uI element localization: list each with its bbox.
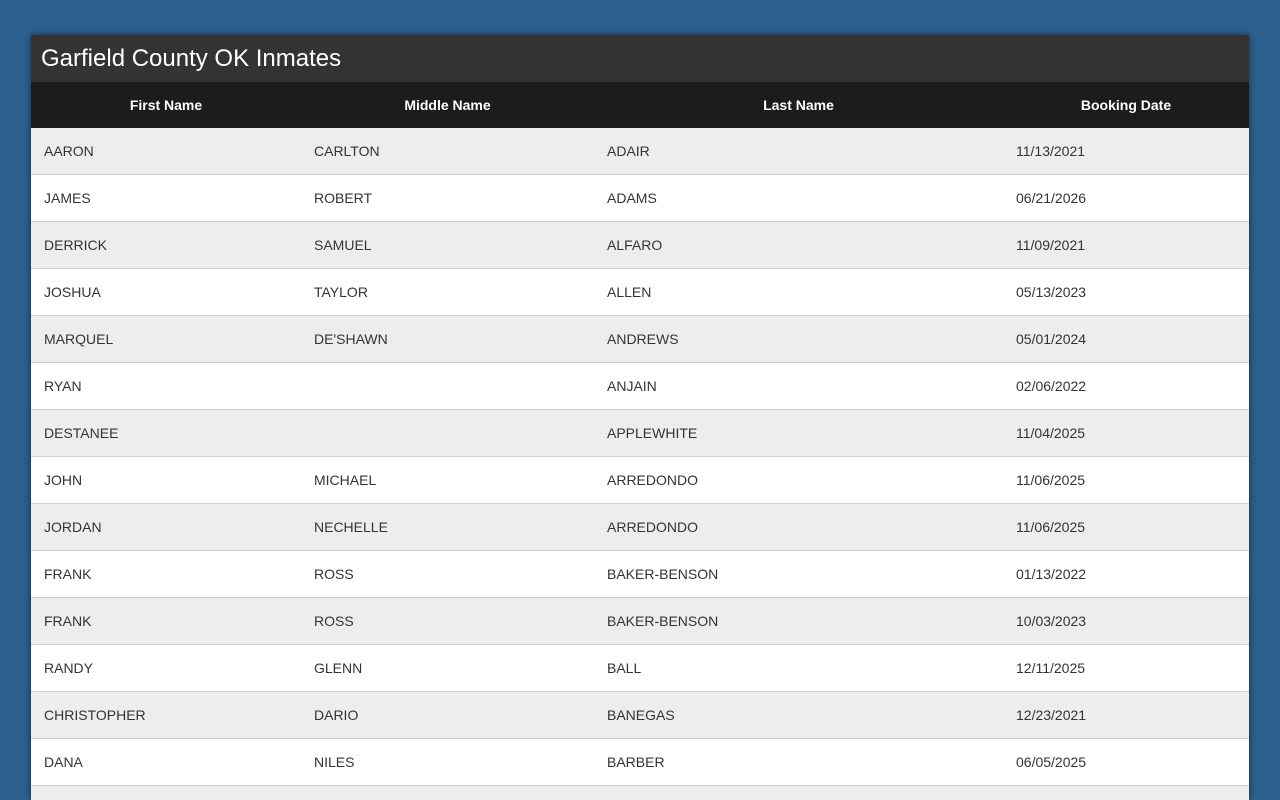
cell-first-name: DESTANEE <box>31 409 301 457</box>
page-title: Garfield County OK Inmates <box>31 35 1249 82</box>
cell-last-name: BALL <box>594 644 1003 692</box>
cell-last-name: ANJAIN <box>594 362 1003 410</box>
cell-booking-date: 05/01/2024 <box>1003 315 1249 363</box>
header-row: First Name Middle Name Last Name Booking… <box>31 82 1249 128</box>
column-header-last-name[interactable]: Last Name <box>594 82 1003 128</box>
cell-middle-name: ROSS <box>301 550 594 598</box>
cell-booking-date: 11/06/2025 <box>1003 456 1249 504</box>
cell-first-name: MARQUEL <box>31 315 301 363</box>
cell-last-name: BARBER <box>594 738 1003 786</box>
cell-first-name: JORDAN <box>31 503 301 551</box>
table-row[interactable]: FRANK ROSS BAKER-BENSON 10/03/2023 <box>31 597 1249 645</box>
cell-booking-date: 11/09/2021 <box>1003 221 1249 269</box>
cell-middle-name: ROSS <box>301 597 594 645</box>
cell-first-name: CHRISTOPHER <box>31 691 301 739</box>
cell-middle-name: TAYLOR <box>301 268 594 316</box>
cell-last-name: ALLEN <box>594 268 1003 316</box>
table-row[interactable]: RYAN ANJAIN 02/06/2022 <box>31 362 1249 410</box>
cell-booking-date: 12/11/2025 <box>1003 644 1249 692</box>
cell-middle-name <box>301 362 594 410</box>
table-row[interactable]: DANA NILES BARBER 06/05/2025 <box>31 738 1249 786</box>
cell-middle-name: DE'SHAWN <box>301 315 594 363</box>
column-header-first-name[interactable]: First Name <box>31 82 301 128</box>
table-row[interactable]: RANDY GLENN BALL 12/11/2025 <box>31 644 1249 692</box>
cell-first-name: JOSHUA <box>31 268 301 316</box>
table-row[interactable]: JORDAN NECHELLE ARREDONDO 11/06/2025 <box>31 503 1249 551</box>
cell-middle-name: NECHELLE <box>301 503 594 551</box>
cell-middle-name: DARIO <box>301 691 594 739</box>
cell-last-name: APPLEWHITE <box>594 409 1003 457</box>
cell-first-name: DANA <box>31 738 301 786</box>
cell-middle-name <box>301 409 594 457</box>
table-row[interactable]: JAMES ROBERT ADAMS 06/21/2026 <box>31 174 1249 222</box>
cell-last-name: ARREDONDO <box>594 456 1003 504</box>
table-row[interactable]: FRANK ROSS BAKER-BENSON 01/13/2022 <box>31 550 1249 598</box>
cell-booking-date: 06/05/2025 <box>1003 738 1249 786</box>
cell-booking-date: 12/23/2021 <box>1003 691 1249 739</box>
table-row[interactable]: CHRISTOPHER DARIO BANEGAS 12/23/2021 <box>31 691 1249 739</box>
cell-first-name: FRANK <box>31 597 301 645</box>
table-row[interactable]: AARON CARLTON ADAIR 11/13/2021 <box>31 128 1249 175</box>
cell-first-name: JAMES <box>31 174 301 222</box>
cell-booking-date: 10/03/2023 <box>1003 597 1249 645</box>
cell-last-name: ADAIR <box>594 128 1003 175</box>
cell-middle-name: MICHAEL <box>301 456 594 504</box>
table-row[interactable]: JOSHUA TAYLOR ALLEN 05/13/2023 <box>31 268 1249 316</box>
table-row[interactable]: JANNETTELEAHBASLEY04/14/2026 <box>31 785 1249 800</box>
cell-first-name: FRANK <box>31 550 301 598</box>
cell-booking-date: 04/14/2026 <box>1003 785 1249 800</box>
inmates-panel: Garfield County OK Inmates First Name Mi… <box>31 35 1249 800</box>
cell-first-name: RANDY <box>31 644 301 692</box>
table-header: First Name Middle Name Last Name Booking… <box>31 82 1249 128</box>
cell-middle-name: GLENN <box>301 644 594 692</box>
cell-last-name: ARREDONDO <box>594 503 1003 551</box>
cell-booking-date: 01/13/2022 <box>1003 550 1249 598</box>
column-header-booking-date[interactable]: Booking Date <box>1003 82 1249 128</box>
cell-last-name: BASLEY <box>594 785 1003 800</box>
cell-last-name: ADAMS <box>594 174 1003 222</box>
cell-first-name: AARON <box>31 128 301 175</box>
table-row[interactable]: DERRICK SAMUEL ALFARO 11/09/2021 <box>31 221 1249 269</box>
cell-middle-name: CARLTON <box>301 128 594 175</box>
cell-last-name: BAKER-BENSON <box>594 550 1003 598</box>
cell-middle-name: LEAH <box>301 785 594 800</box>
cell-last-name: BANEGAS <box>594 691 1003 739</box>
cell-booking-date: 11/13/2021 <box>1003 128 1249 175</box>
cell-booking-date: 02/06/2022 <box>1003 362 1249 410</box>
cell-booking-date: 06/21/2026 <box>1003 174 1249 222</box>
cell-first-name: JANNETTE <box>31 785 301 800</box>
table-row[interactable]: MARQUEL DE'SHAWN ANDREWS 05/01/2024 <box>31 315 1249 363</box>
cell-booking-date: 11/06/2025 <box>1003 503 1249 551</box>
cell-last-name: BAKER-BENSON <box>594 597 1003 645</box>
cell-last-name: ANDREWS <box>594 315 1003 363</box>
cell-first-name: DERRICK <box>31 221 301 269</box>
cell-last-name: ALFARO <box>594 221 1003 269</box>
cell-first-name: RYAN <box>31 362 301 410</box>
cell-booking-date: 11/04/2025 <box>1003 409 1249 457</box>
table-row[interactable]: JOHN MICHAEL ARREDONDO 11/06/2025 <box>31 456 1249 504</box>
cell-first-name: JOHN <box>31 456 301 504</box>
cell-middle-name: NILES <box>301 738 594 786</box>
cell-middle-name: ROBERT <box>301 174 594 222</box>
table-row[interactable]: DESTANEE APPLEWHITE 11/04/2025 <box>31 409 1249 457</box>
table-body: AARON CARLTON ADAIR 11/13/2021 JAMES ROBERT AD… <box>31 128 1249 800</box>
cell-booking-date: 05/13/2023 <box>1003 268 1249 316</box>
column-header-middle-name[interactable]: Middle Name <box>301 82 594 128</box>
inmates-table: First Name Middle Name Last Name Booking… <box>31 82 1249 800</box>
cell-middle-name: SAMUEL <box>301 221 594 269</box>
